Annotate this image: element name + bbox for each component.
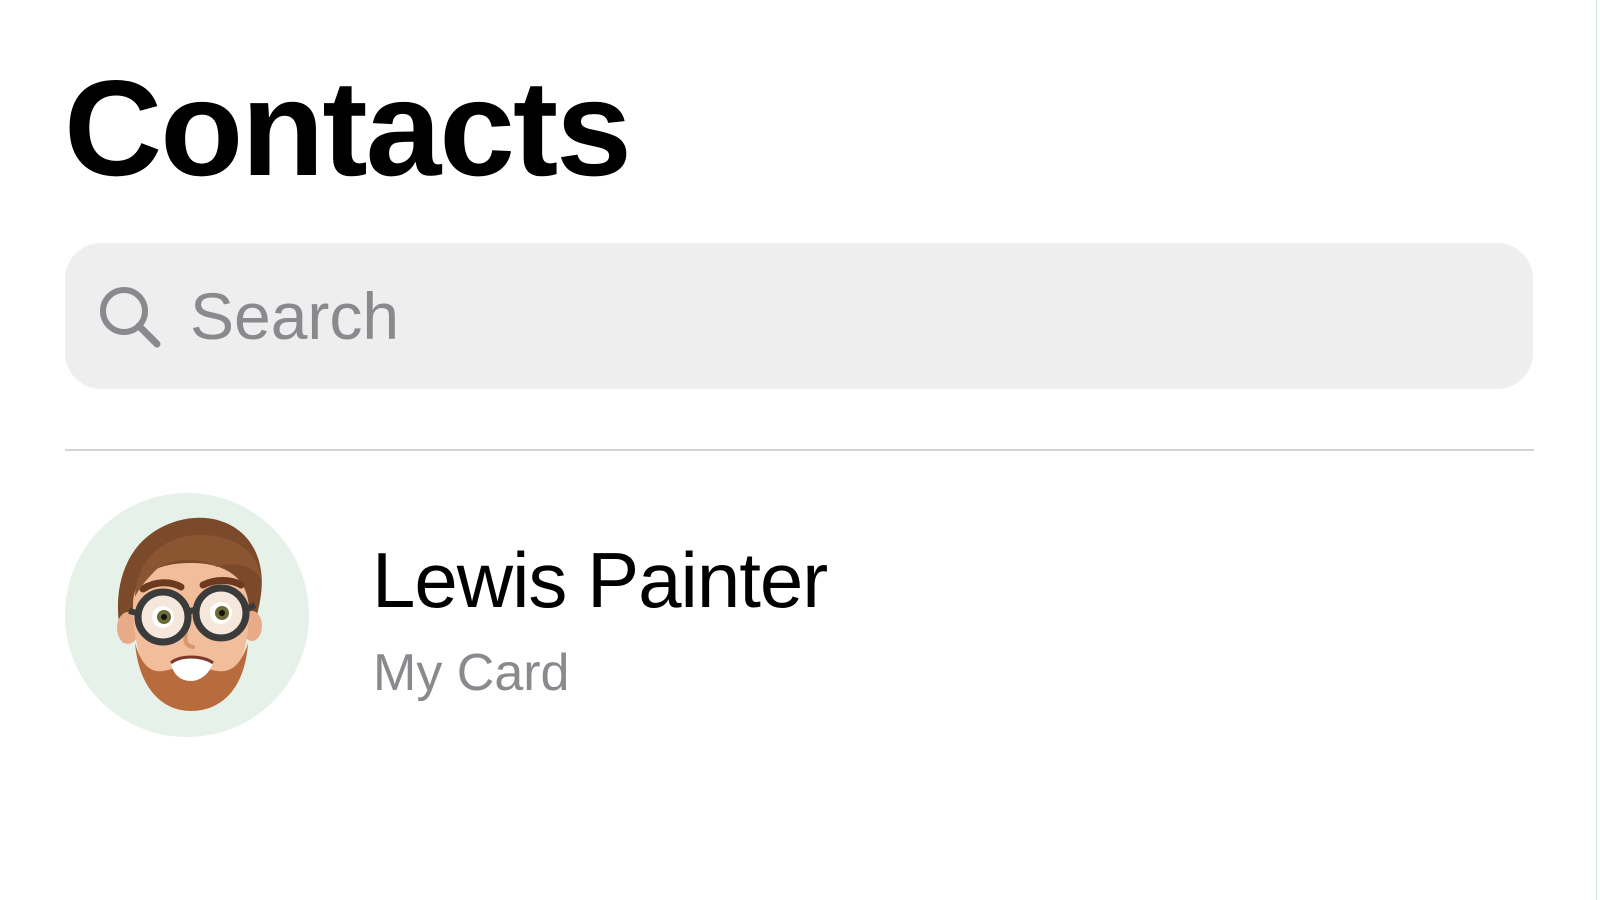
contact-name: Lewis Painter	[372, 536, 828, 624]
window-edge	[1596, 0, 1597, 900]
page-title: Contacts	[64, 52, 632, 204]
search-input[interactable]	[190, 270, 1490, 362]
contact-row-my-card[interactable]: Lewis Painter My Card	[60, 488, 1540, 748]
avatar	[65, 493, 309, 737]
contact-subtitle: My Card	[373, 644, 570, 702]
divider	[65, 449, 1534, 451]
